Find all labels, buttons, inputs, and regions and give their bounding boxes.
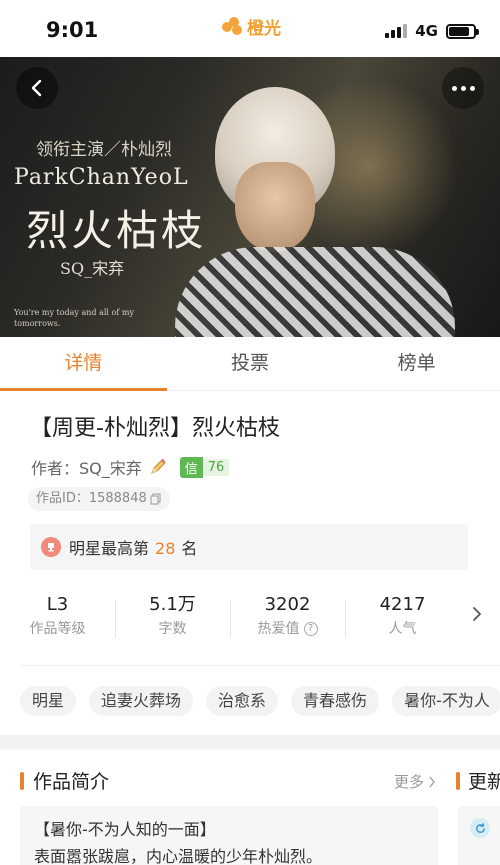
cover-banner: 领衔主演／朴灿烈 ParkChanYeoL 烈火枯枝 SQ_宋弃 You're … — [0, 57, 500, 337]
work-title: 【周更-朴灿烈】烈火枯枝 — [30, 416, 280, 441]
tab-bar: 详情 投票 榜单 — [0, 337, 500, 391]
more-link[interactable]: 更多 — [394, 771, 436, 792]
battery-icon — [446, 23, 479, 39]
rank-number: 28 — [155, 539, 176, 558]
tag-item[interactable]: 青春感伤 — [291, 686, 380, 716]
cover-small-text: You're my today and all of my tomorrows. — [14, 308, 134, 328]
intro-line: 表面嚣张跋扈，内心温暖的少年朴灿烈。 — [34, 847, 323, 865]
status-time: 9:01 — [46, 18, 99, 42]
tag-item[interactable]: 暑你-不为人 — [392, 686, 500, 716]
more-dots-icon — [451, 85, 457, 91]
update-title: 更新 — [468, 771, 500, 793]
cover-subtitle: 领衔主演／朴灿烈 — [36, 140, 172, 160]
status-bar: 9:01 橙光 4G — [0, 0, 500, 58]
tag-list: 明星 追妻火葬场 治愈系 青春感伤 暑你-不为人 — [20, 686, 500, 716]
copy-icon — [150, 493, 161, 505]
intro-text-box[interactable]: 【暑你-不为人知的一面】 表面嚣张跋扈，内心温暖的少年朴灿烈。 — [20, 806, 438, 865]
credit-badge: 信 76 — [179, 456, 230, 478]
stats-row[interactable]: L3 作品等级 5.1万 字数 3202 热爱值 ? 4217 人气 — [0, 592, 500, 648]
tag-item[interactable]: 明星 — [20, 686, 77, 716]
stat-popularity: 4217 人气 — [345, 592, 460, 648]
cover-figure-face — [235, 162, 315, 252]
rank-banner[interactable]: 明星最高第 28 名 — [30, 524, 468, 570]
chevron-right-icon — [429, 776, 435, 787]
cover-name: ParkChanYeoL — [14, 165, 189, 190]
credit-label: 信 — [179, 456, 203, 478]
author-name[interactable]: 作者：SQ_宋弃 — [31, 455, 142, 479]
tab-vote[interactable]: 投票 — [167, 337, 334, 390]
update-card: 更新 — [456, 749, 500, 865]
credit-value: 76 — [202, 458, 230, 476]
work-id-text: 作品ID：1588848 — [36, 491, 147, 506]
cover-title: 烈火枯枝 — [26, 206, 207, 255]
stat-word-count: 5.1万 字数 — [115, 592, 230, 648]
chevron-right-icon[interactable] — [470, 604, 484, 624]
stat-level: L3 作品等级 — [29, 594, 86, 637]
intro-header: 作品简介 — [20, 767, 109, 794]
app-logo: 橙光 — [222, 14, 281, 39]
help-icon[interactable]: ? — [303, 622, 318, 636]
update-box[interactable] — [458, 806, 500, 865]
intro-title: 作品简介 — [33, 771, 110, 793]
work-id[interactable]: 作品ID：1588848 — [28, 487, 170, 511]
section-separator — [0, 735, 500, 749]
intro-line: 【暑你-不为人知的一面】 — [34, 820, 216, 839]
author-row: 作者：SQ_宋弃 信 76 — [31, 455, 230, 479]
status-indicators: 4G — [385, 22, 479, 40]
more-options-button[interactable] — [442, 67, 484, 109]
orange-logo-icon — [222, 16, 244, 37]
network-type: 4G — [415, 22, 438, 40]
tab-ranking[interactable]: 榜单 — [333, 337, 500, 390]
tab-details[interactable]: 详情 — [0, 337, 167, 391]
divider — [20, 665, 500, 666]
update-header: 更新 — [456, 767, 500, 794]
rank-text: 明星最高第 28 名 — [69, 539, 198, 558]
intro-card: 作品简介 更多 【暑你-不为人知的一面】 表面嚣张跋扈，内心温暖的少年朴灿烈。 — [0, 749, 448, 865]
refresh-icon — [470, 818, 490, 838]
back-button[interactable] — [16, 67, 58, 109]
tag-item[interactable]: 追妻火葬场 — [89, 686, 194, 716]
pencil-icon — [150, 458, 166, 474]
stat-love-value: 3202 热爱值 ? — [230, 592, 345, 648]
signal-icon — [385, 24, 408, 38]
tag-item[interactable]: 治愈系 — [206, 686, 279, 716]
trophy-icon — [41, 537, 61, 557]
app-name: 橙光 — [247, 19, 281, 39]
cover-author: SQ_宋弃 — [60, 259, 125, 278]
chevron-left-icon — [31, 79, 42, 97]
